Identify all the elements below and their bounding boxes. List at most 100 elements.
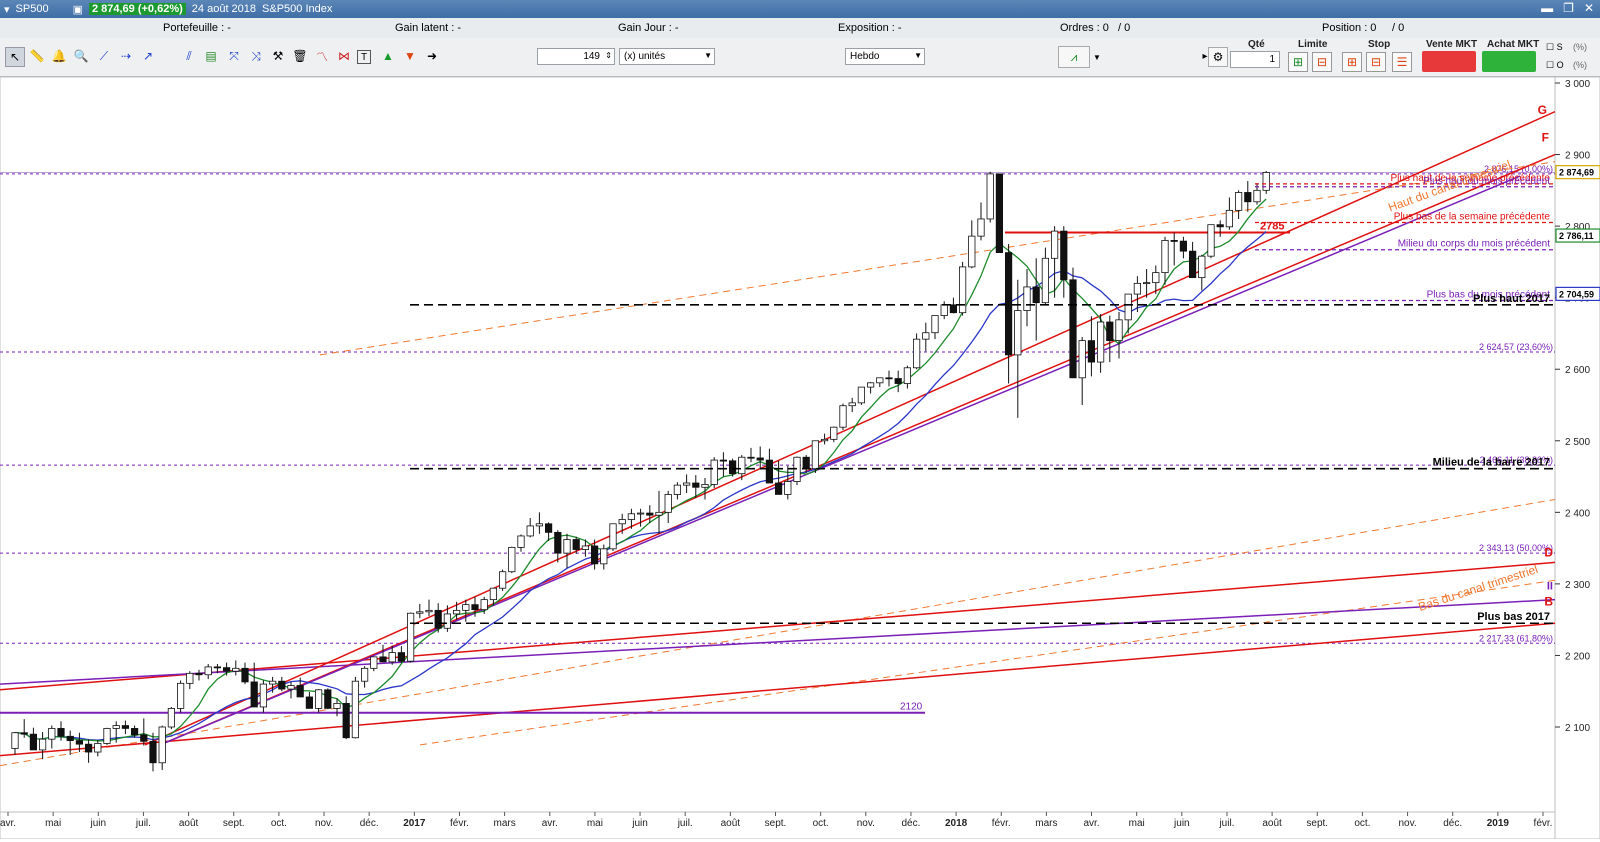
- candle-body: [1060, 230, 1068, 281]
- alarm-tool-icon[interactable]: 🔔: [50, 47, 68, 65]
- stop-buy-icon[interactable]: ⊞: [1342, 52, 1362, 72]
- x-tick-label: 2019: [1487, 818, 1510, 829]
- limit-buy-icon[interactable]: ⊞: [1288, 52, 1308, 72]
- candle-body: [701, 484, 709, 488]
- zoom-tool-icon[interactable]: 🔍: [72, 47, 90, 65]
- period-select[interactable]: Hebdo ▼: [845, 48, 925, 65]
- candle-body: [29, 733, 38, 751]
- pattern-icon[interactable]: ⋈: [335, 47, 353, 65]
- ray-tool-icon[interactable]: ↗: [139, 47, 157, 65]
- chevron-down-icon[interactable]: ▼: [704, 51, 712, 60]
- price-chart[interactable]: 3 0002 9002 8002 7002 6002 5002 4002 300…: [0, 76, 1600, 840]
- chart-style-icon[interactable]: ⩘: [1058, 46, 1090, 68]
- x-tick-label: 2018: [945, 818, 968, 829]
- right-arrow-icon[interactable]: ➜: [423, 47, 441, 65]
- candle-body: [167, 707, 175, 728]
- candle-body: [416, 611, 424, 614]
- candle-body: [434, 609, 442, 629]
- y-tick-label: 2 100: [1565, 723, 1590, 734]
- x-tick-label: oct.: [813, 818, 829, 829]
- trash-icon[interactable]: 🗑: [291, 47, 309, 65]
- candle-body: [195, 672, 203, 676]
- candle-body: [314, 689, 323, 709]
- candle-body: [39, 738, 47, 751]
- qty-input[interactable]: 1: [1230, 51, 1280, 68]
- candle-body: [443, 613, 452, 629]
- candle-body: [296, 685, 304, 698]
- candle-body: [425, 609, 433, 613]
- x-tick-label: déc.: [360, 818, 379, 829]
- ordres-label[interactable]: Ordres : 0: [1060, 22, 1109, 34]
- candle-body: [931, 315, 939, 334]
- candle-body: [756, 457, 764, 461]
- candle-body: [655, 511, 663, 516]
- candle-body: [664, 494, 672, 513]
- line-tool-icon[interactable]: ⟋: [95, 47, 113, 65]
- sell-arrow-icon[interactable]: ▼: [401, 47, 419, 65]
- x-tick-label: avr.: [0, 818, 16, 829]
- ruler-tool-icon[interactable]: 📏: [28, 47, 46, 65]
- chart-svg[interactable]: 3 0002 9002 8002 7002 6002 5002 4002 300…: [0, 76, 1600, 840]
- candle-body: [811, 440, 820, 470]
- candle-body: [158, 726, 166, 764]
- title-chevron-icon[interactable]: ▾: [4, 3, 10, 16]
- candle-body: [572, 539, 580, 550]
- bar-count-input[interactable]: 149 ⇕: [537, 48, 615, 65]
- sell-market-button[interactable]: [1422, 51, 1476, 72]
- fibonacci-tool-icon[interactable]: ▤: [202, 47, 220, 65]
- candle-body: [480, 599, 488, 611]
- s-checkbox[interactable]: ☐ S: [1546, 42, 1563, 53]
- pointer-tool-icon[interactable]: ↖: [5, 47, 25, 67]
- channel-tool-icon[interactable]: ⫽: [180, 47, 198, 65]
- candle-body: [121, 725, 129, 729]
- info-icon[interactable]: ▣: [73, 3, 83, 16]
- candle-body: [959, 266, 967, 314]
- candle-body: [968, 235, 976, 268]
- x-tick-label: juin: [631, 818, 648, 829]
- y-tick-label: 2 900: [1565, 151, 1590, 162]
- unit-select[interactable]: (x) unités ▼: [619, 48, 715, 65]
- o-checkbox[interactable]: ☐ O: [1546, 60, 1564, 71]
- candle-body: [765, 459, 774, 484]
- x-tick-label: juil.: [677, 818, 693, 829]
- candle-body: [1244, 192, 1252, 203]
- candle-body: [48, 728, 56, 740]
- candle-body: [563, 539, 571, 554]
- x-tick-label: mai: [587, 818, 603, 829]
- restore-icon[interactable]: ❐: [1563, 1, 1574, 15]
- period-value: Hebdo: [850, 51, 880, 62]
- candle-body: [452, 609, 461, 615]
- chevron-down-icon[interactable]: ▼: [914, 51, 922, 60]
- chevron-down-icon[interactable]: ▼: [1088, 48, 1106, 66]
- buy-market-button[interactable]: [1482, 51, 1536, 72]
- exposition-label: Exposition : -: [838, 22, 902, 34]
- candle-body: [618, 519, 626, 525]
- tools-icon[interactable]: ⚙: [1208, 47, 1228, 67]
- horizontal-line-icon[interactable]: ⇢: [117, 47, 135, 65]
- qty-label: Qté: [1248, 39, 1265, 50]
- position-label[interactable]: Position : 0: [1322, 22, 1376, 34]
- drawing-toolbar: ↖ 📏 🔔 🔍 ⟋ ⇢ ↗ ⫽ ▤ ⤧ ⤨ ⚒ 🗑 〽 ⋈ T ▲ ▼ ➜ 14…: [0, 38, 1600, 77]
- candle-body: [342, 702, 350, 739]
- candle-body: [1124, 293, 1132, 321]
- buy-arrow-icon[interactable]: ▲: [379, 47, 397, 65]
- fib-level-label: 2 217,33 (61,80%): [1479, 633, 1553, 643]
- indicator-icon[interactable]: 〽: [313, 47, 331, 65]
- limit-sell-icon[interactable]: ⊟: [1312, 52, 1332, 72]
- candle-body: [683, 482, 691, 486]
- hammer-tool-icon[interactable]: ⚒: [269, 47, 287, 65]
- close-icon[interactable]: ✕: [1584, 1, 1594, 15]
- stop-list-icon[interactable]: ☰: [1392, 52, 1412, 72]
- spin-icon[interactable]: ⇕: [605, 51, 612, 60]
- text-tool-icon[interactable]: T: [357, 50, 371, 64]
- stop-sell-icon[interactable]: ⊟: [1366, 52, 1386, 72]
- arrows-tool-icon[interactable]: ⤨: [247, 47, 265, 65]
- candle-body: [646, 512, 654, 516]
- fan-tool-icon[interactable]: ⤧: [225, 47, 243, 65]
- candle-body: [1069, 279, 1077, 379]
- candle-body: [1262, 172, 1270, 191]
- price-badge-label: 2 704,59: [1559, 289, 1594, 299]
- bar-count-value: 149: [583, 51, 600, 62]
- minimize-icon[interactable]: ▬: [1541, 1, 1553, 15]
- candle-body: [913, 338, 921, 369]
